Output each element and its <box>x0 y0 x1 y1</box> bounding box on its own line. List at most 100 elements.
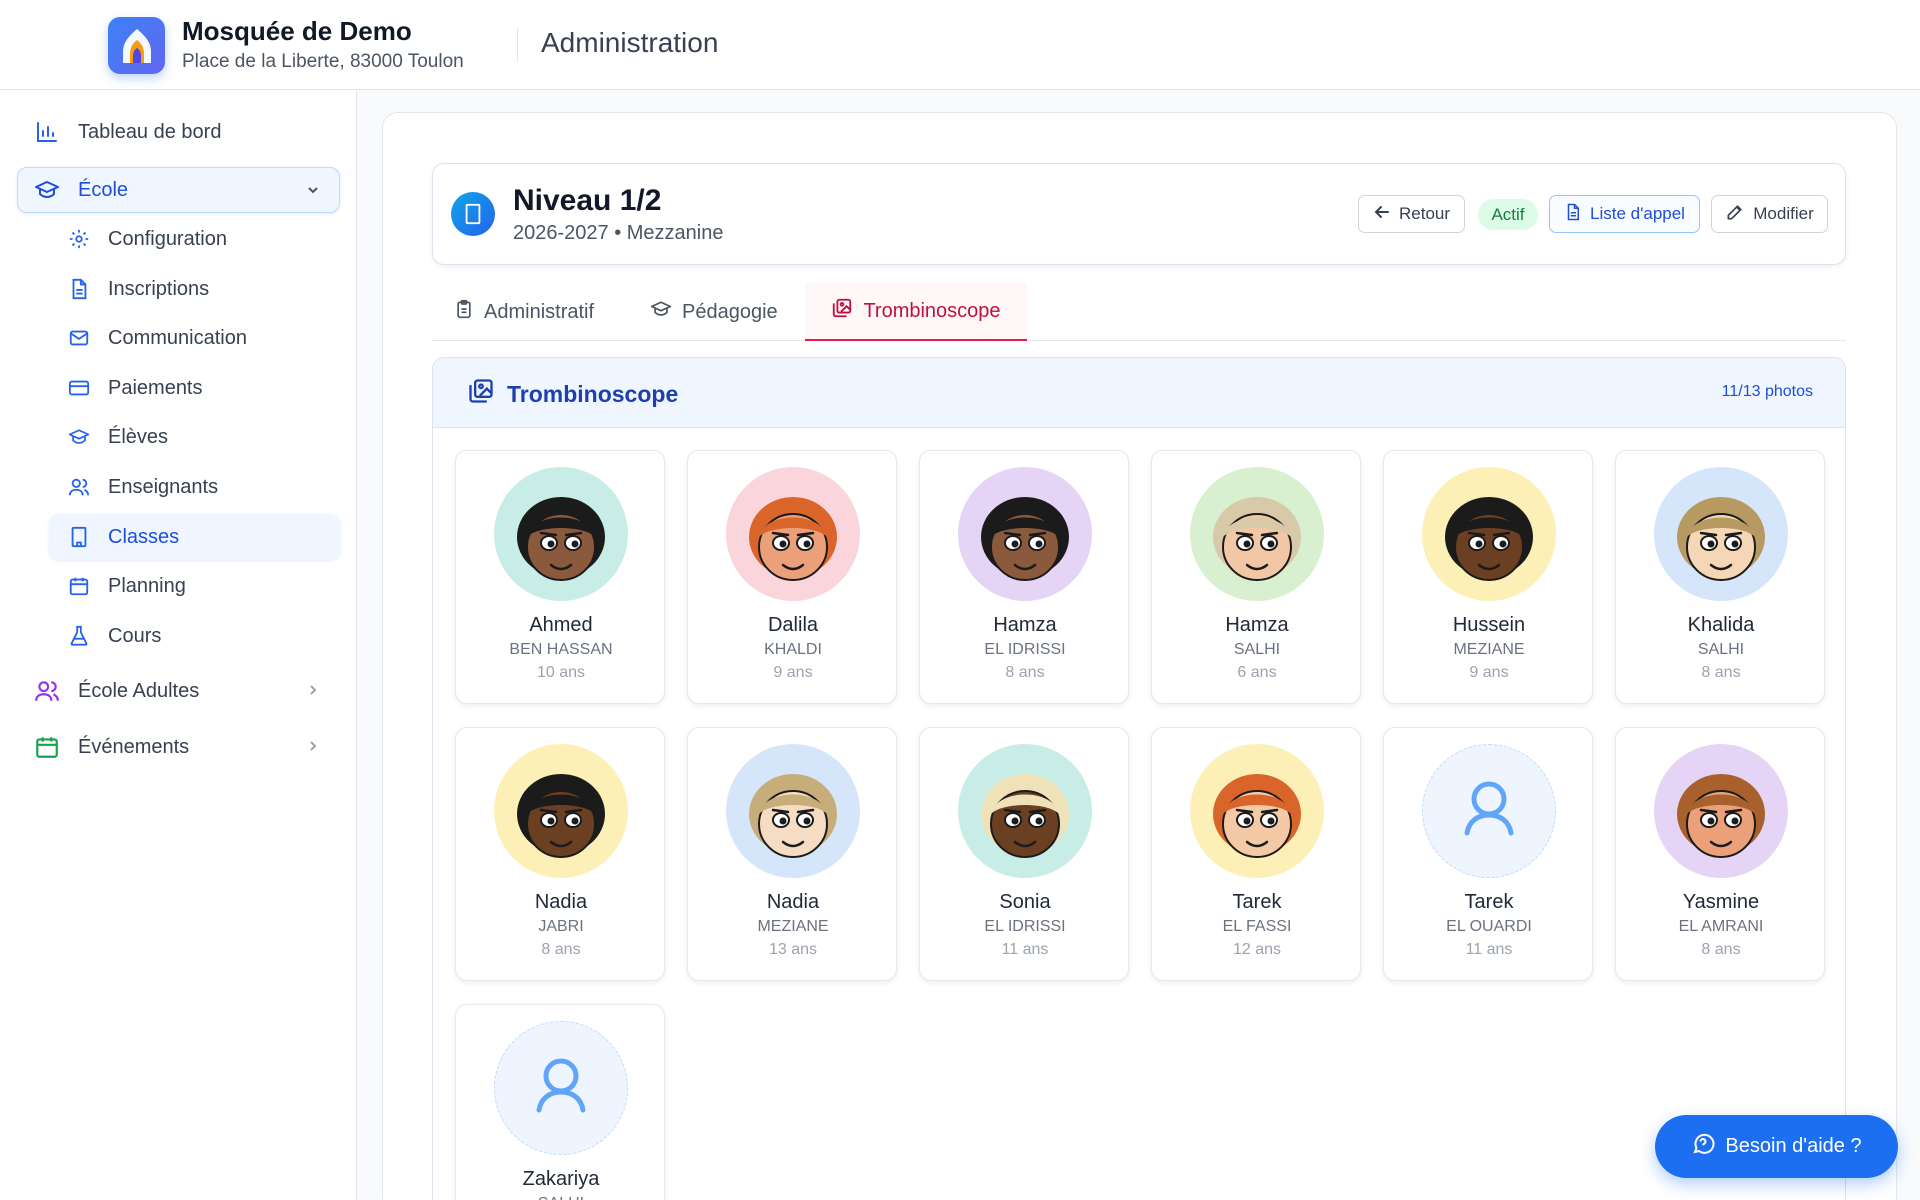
student-age: 6 ans <box>1237 664 1277 681</box>
tab-label: Administratif <box>484 300 595 323</box>
building-icon <box>451 192 495 236</box>
back-button-label: Retour <box>1398 204 1451 223</box>
tab-administratif[interactable]: Administratif <box>454 283 594 341</box>
building-icon <box>66 524 92 550</box>
student-photo[interactable] <box>1422 467 1556 601</box>
sidebar-item-classes[interactable]: Classes <box>66 524 179 550</box>
images-icon <box>831 297 853 325</box>
student-photo[interactable] <box>726 467 860 601</box>
student-last-name: JABRI <box>538 918 584 935</box>
sidebar-item-eleves[interactable]: Élèves <box>66 424 168 450</box>
organization-name: Mosquée de Demo <box>182 16 412 46</box>
edit-button-label: Modifier <box>1753 204 1814 223</box>
student-first-name: Nadia <box>534 891 588 913</box>
sidebar-item-ecole-label[interactable]: École <box>34 177 128 203</box>
calendar-icon <box>34 734 60 760</box>
student-card[interactable]: Tarek EL OUARDI 11 ans <box>1383 727 1593 981</box>
student-last-name: SALHI <box>456 1195 666 1200</box>
document-icon <box>1564 202 1582 227</box>
student-age: 9 ans <box>1469 664 1509 681</box>
student-card[interactable]: Hamza SALHI 6 ans <box>1151 450 1361 704</box>
mosque-logo-icon[interactable] <box>108 17 165 74</box>
section-title: Administration <box>541 27 719 58</box>
tab-pedagogie[interactable]: Pédagogie <box>650 283 778 341</box>
student-card[interactable]: Hamza EL IDRISSI 8 ans <box>919 450 1129 704</box>
sidebar-item-label: École <box>78 178 129 201</box>
graduation-cap-icon <box>34 177 60 203</box>
organization-address: Place de la Liberte, 83000 Toulon <box>182 51 464 72</box>
student-card[interactable]: Dalila KHALDI 9 ans <box>687 450 897 704</box>
student-card[interactable]: Zakariya SALHI <box>455 1004 665 1200</box>
student-age: 11 ans <box>1465 941 1513 958</box>
student-last-name: EL IDRISSI <box>984 918 1066 935</box>
graduation-cap-icon <box>66 424 92 450</box>
student-card[interactable]: Sonia EL IDRISSI 11 ans <box>919 727 1129 981</box>
sidebar-item-label: Communication <box>108 326 247 349</box>
sidebar-item-ecole-adultes[interactable]: École Adultes <box>34 678 199 704</box>
student-photo[interactable] <box>1654 744 1788 878</box>
student-card[interactable]: Nadia JABRI 8 ans <box>455 727 665 981</box>
help-button[interactable]: Besoin d'aide ? <box>1655 1115 1898 1178</box>
chevron-down-icon[interactable] <box>306 183 320 202</box>
student-photo[interactable] <box>958 744 1092 878</box>
users-icon <box>66 474 92 500</box>
user-placeholder-icon[interactable] <box>1422 744 1556 878</box>
flask-icon <box>66 623 92 649</box>
tab-label: Trombinoscope <box>863 299 1001 322</box>
sidebar-item-dashboard[interactable]: Tableau de bord <box>34 119 221 145</box>
student-photo[interactable] <box>1654 467 1788 601</box>
sidebar-item-enseignants[interactable]: Enseignants <box>66 474 218 500</box>
sidebar-item-label: Inscriptions <box>108 277 210 300</box>
chevron-right-icon[interactable] <box>306 739 320 758</box>
photo-count: 11/13 photos <box>1721 383 1813 400</box>
calendar-icon <box>66 573 92 599</box>
header-divider <box>517 28 518 62</box>
student-photo[interactable] <box>958 467 1092 601</box>
sidebar-item-inscriptions[interactable]: Inscriptions <box>66 276 209 302</box>
student-card[interactable]: Yasmine EL AMRANI 8 ans <box>1615 727 1825 981</box>
student-first-name: Hamza <box>993 614 1057 636</box>
student-photo[interactable] <box>1190 744 1324 878</box>
student-last-name: EL AMRANI <box>1678 918 1764 935</box>
user-placeholder-icon[interactable] <box>494 1021 628 1155</box>
sidebar-item-planning[interactable]: Planning <box>66 573 186 599</box>
student-first-name: Hamza <box>1225 614 1289 636</box>
images-icon <box>467 377 495 411</box>
student-age: 10 ans <box>536 664 586 681</box>
sidebar-item-label: Événements <box>78 735 190 758</box>
back-button[interactable]: Retour <box>1358 195 1465 233</box>
student-card[interactable]: Ahmed BEN HASSAN 10 ans <box>455 450 665 704</box>
top-header: Mosquée de Demo Place de la Liberte, 830… <box>0 0 1920 90</box>
help-button-label: Besoin d'aide ? <box>1725 1135 1862 1157</box>
panel-title: Trombinoscope <box>467 377 678 411</box>
student-last-name: BEN HASSAN <box>509 641 613 658</box>
sidebar-item-paiements[interactable]: Paiements <box>66 375 203 401</box>
student-photo[interactable] <box>726 744 860 878</box>
tab-trombinoscope[interactable]: Trombinoscope <box>805 283 1027 341</box>
student-first-name: Nadia <box>766 891 820 913</box>
sidebar-item-communication[interactable]: Communication <box>66 325 247 351</box>
student-card[interactable]: Khalida SALHI 8 ans <box>1615 450 1825 704</box>
student-last-name: SALHI <box>1697 641 1745 658</box>
student-card[interactable]: Tarek EL FASSI 12 ans <box>1151 727 1361 981</box>
student-photo[interactable] <box>1190 467 1324 601</box>
student-photo[interactable] <box>494 744 628 878</box>
sidebar-item-label: Configuration <box>108 227 227 250</box>
student-age: 12 ans <box>1232 941 1282 958</box>
tab-label: Pédagogie <box>682 300 778 323</box>
student-card[interactable]: Nadia MEZIANE 13 ans <box>687 727 897 981</box>
student-first-name: Hussein <box>1452 614 1526 636</box>
sidebar-item-evenements[interactable]: Événements <box>34 734 189 760</box>
student-first-name: Yasmine <box>1682 891 1760 913</box>
sidebar-item-configuration[interactable]: Configuration <box>66 226 227 252</box>
student-photo[interactable] <box>494 467 628 601</box>
sidebar-item-cours[interactable]: Cours <box>66 623 161 649</box>
edit-button[interactable]: Modifier <box>1711 195 1828 233</box>
student-last-name: MEZIANE <box>1453 641 1525 658</box>
student-first-name: Ahmed <box>529 614 593 636</box>
chevron-right-icon[interactable] <box>306 683 320 702</box>
student-grid: Ahmed BEN HASSAN 10 ans Dalila KHALDI 9 ans Ha… <box>455 450 1825 1200</box>
gear-icon <box>66 226 92 252</box>
attendance-list-button[interactable]: Liste d'appel <box>1549 195 1700 233</box>
student-card[interactable]: Hussein MEZIANE 9 ans <box>1383 450 1593 704</box>
